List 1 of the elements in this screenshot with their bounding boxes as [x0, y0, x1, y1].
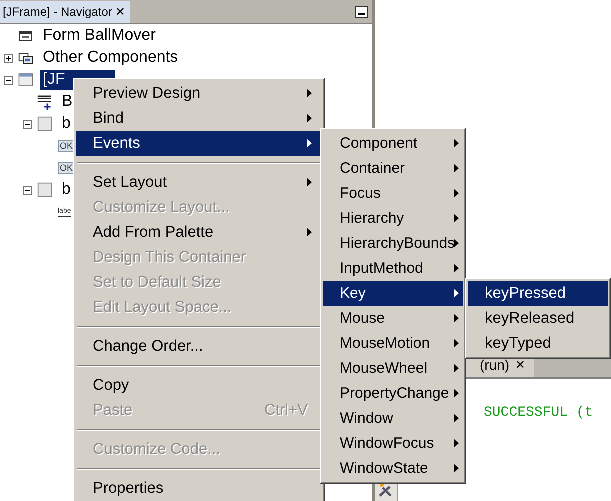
output-text: SUCCESSFUL (t — [484, 405, 594, 421]
